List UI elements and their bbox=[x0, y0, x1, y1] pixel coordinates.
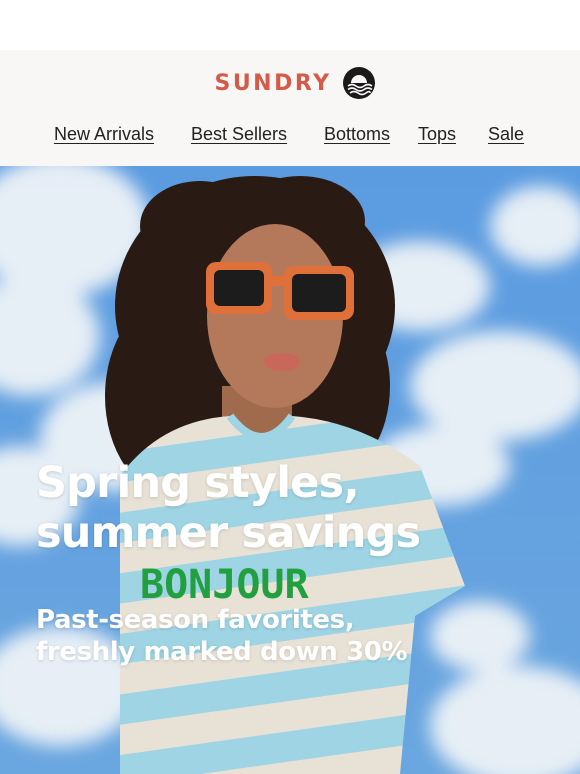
nav-best-sellers[interactable]: Best Sellers bbox=[191, 124, 287, 145]
email-page: SUNDRY New Arrivals Best Sellers Bottoms… bbox=[0, 0, 580, 774]
main-nav: New Arrivals Best Sellers Bottoms Tops S… bbox=[0, 124, 580, 148]
nav-tops[interactable]: Tops bbox=[418, 124, 456, 145]
nav-sale[interactable]: Sale bbox=[488, 124, 524, 145]
header: SUNDRY New Arrivals Best Sellers Bottoms… bbox=[0, 50, 580, 166]
headline-line-1: Spring styles, bbox=[36, 458, 360, 508]
hero-subhead[interactable]: Past-season favorites, freshly marked do… bbox=[36, 604, 556, 668]
sunset-waves-icon[interactable] bbox=[342, 66, 376, 100]
nav-bottoms[interactable]: Bottoms bbox=[324, 124, 390, 145]
brand-name[interactable]: SUNDRY bbox=[214, 71, 331, 96]
shirt-text: BONJOUR bbox=[140, 562, 309, 608]
nav-new-arrivals[interactable]: New Arrivals bbox=[54, 124, 154, 145]
brand[interactable]: SUNDRY bbox=[0, 64, 580, 102]
hero-banner[interactable]: BONJOUR Spring styles, summer savings Pa… bbox=[0, 166, 580, 774]
subhead-line-1: Past-season favorites, bbox=[36, 605, 355, 635]
top-spacer bbox=[0, 0, 580, 50]
headline-line-2: summer savings bbox=[36, 508, 421, 558]
hero-headline[interactable]: Spring styles, summer savings bbox=[36, 458, 556, 558]
subhead-line-2: freshly marked down 30% bbox=[36, 637, 408, 667]
